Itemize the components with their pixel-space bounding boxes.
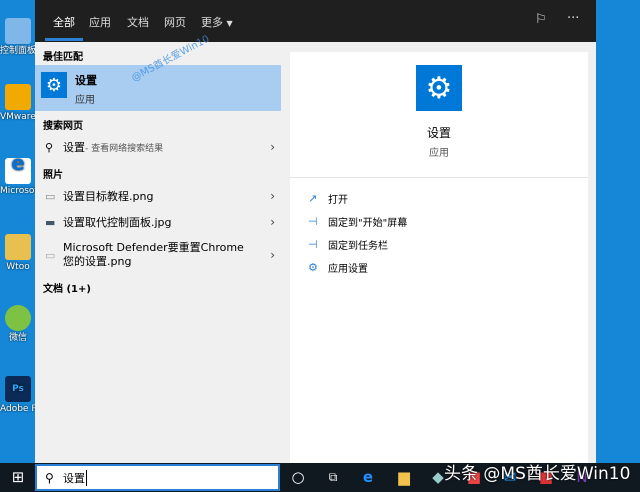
results-list: 最佳匹配 ⚙ 设置 应用 @MS酋长爱Win10 搜索网页 ⚲ 设置 - 查看网… [35,34,289,463]
desktop-icon[interactable]: 控制面板 [0,18,36,57]
tab-documents[interactable]: 文档 [127,14,149,30]
tab-more[interactable]: 更多 ▼ [201,14,233,30]
chevron-right-icon: › [270,248,275,262]
photos-header: 照片 [43,170,63,181]
wechat-icon [5,305,31,331]
pin-icon: ⊣ [308,215,318,228]
edge-taskbar-icon[interactable]: e [358,467,378,487]
desktop-icon-label: VMware Workstation [0,112,36,122]
desktop-icon-label: Wtoo [6,262,30,272]
web-search-suffix: - 查看网络搜索结果 [85,143,164,154]
search-panel: 全部 应用 文档 网页 更多 ▼ ⚐ ··· 最佳匹配 ⚙ 设置 应用 @MS酋… [35,0,596,463]
photo-item[interactable]: ▭ Microsoft Defender要重置Chrome您的设置.png › [35,239,289,271]
edge-icon: e [5,158,31,184]
action-app-settings[interactable]: ⚙ 应用设置 [308,260,368,275]
preview-pane: ⚙ 设置 应用 ↗ 打开 ⊣ 固定到"开始"屏幕 ⊣ 固定到任务栏 ⚙ 应用设置 [290,52,588,463]
control-panel-icon [5,18,31,44]
desktop-icon[interactable]: 微信 [0,305,36,344]
folder-icon [5,234,31,260]
image-file-icon: ▬ [45,215,56,229]
desktop-icon[interactable]: VMware Workstation [0,84,36,123]
photo-item[interactable]: ▭ 设置目标教程.png › [35,187,289,205]
web-search-term: 设置 [63,141,85,154]
chevron-right-icon: › [270,140,275,154]
settings-app-icon: ⚙ [416,65,462,111]
desktop-icon[interactable]: Ps Adobe Photoshop [0,376,36,415]
action-label: 应用设置 [328,264,368,275]
tab-all[interactable]: 全部 [45,14,83,41]
vmware-icon [5,84,31,110]
cortana-icon[interactable]: ○ [288,467,308,487]
best-match-subtitle: 应用 [75,95,95,106]
action-pin-taskbar[interactable]: ⊣ 固定到任务栏 [308,237,388,252]
open-icon: ↗ [308,192,318,205]
file-explorer-icon[interactable]: ▆ [394,467,414,487]
tab-apps[interactable]: 应用 [89,14,111,30]
tab-more-label: 更多 [201,16,223,29]
best-match-title: 设置 [75,74,97,87]
task-view-icon[interactable]: ⧉ [323,467,343,487]
action-label: 固定到任务栏 [328,241,388,252]
desktop-icon[interactable]: e Microsoft Edge [0,158,36,197]
desktop-icon-label: 微信 [8,333,27,343]
best-match-header: 最佳匹配 [43,52,83,63]
photo-item-label: 设置目标教程.png [63,190,154,203]
photo-item[interactable]: ▬ 设置取代控制面板.jpg › [35,213,289,231]
photo-item-label: Microsoft Defender要重置Chrome您的设置.png [63,241,244,268]
search-icon: ⚲ [45,470,54,485]
search-tabs-bar: 全部 应用 文档 网页 更多 ▼ ⚐ ··· [35,0,596,42]
image-file-icon: ▭ [45,248,56,262]
action-label: 固定到"开始"屏幕 [328,218,408,229]
chevron-right-icon: › [270,189,275,203]
search-input[interactable]: 设置 [63,469,87,486]
preview-subtitle: 应用 [429,148,449,159]
desktop-icon-label: 控制面板 [0,46,36,56]
taskbar-watermark: 头条 @MS酋长爱Win10 [444,464,631,484]
tab-web[interactable]: 网页 [164,14,186,30]
settings-gear-icon: ⚙ [41,72,67,98]
web-search-item[interactable]: ⚲ 设置 - 查看网络搜索结果 › [35,138,289,156]
photo-item-label: 设置取代控制面板.jpg [63,216,172,229]
photoshop-icon: Ps [5,376,31,402]
action-pin-start[interactable]: ⊣ 固定到"开始"屏幕 [308,214,407,229]
best-match-item[interactable]: ⚙ 设置 应用 @MS酋长爱Win10 [35,34,281,111]
documents-header[interactable]: 文档 (1+) [43,280,91,295]
more-options-icon[interactable]: ··· [567,11,579,26]
chevron-right-icon: › [270,215,275,229]
web-header: 搜索网页 [43,121,83,132]
caret-down-icon: ▼ [226,19,233,28]
divider [290,177,588,178]
search-icon: ⚲ [45,140,54,154]
gear-icon: ⚙ [308,261,318,274]
image-file-icon: ▭ [45,189,56,203]
action-open[interactable]: ↗ 打开 [308,191,348,206]
windows-start-icon[interactable]: ⊞ [8,467,28,487]
taskbar-search-box[interactable]: ⚲ 设置 [35,464,280,491]
feedback-icon[interactable]: ⚐ [535,12,547,27]
action-label: 打开 [328,195,348,206]
desktop-icon-label: Microsoft Edge [0,186,36,196]
desktop-icon-label: Adobe Photoshop [0,404,36,414]
preview-title: 设置 [426,126,451,140]
desktop-icon[interactable]: Wtoo [0,234,36,273]
pin-icon: ⊣ [308,238,318,251]
